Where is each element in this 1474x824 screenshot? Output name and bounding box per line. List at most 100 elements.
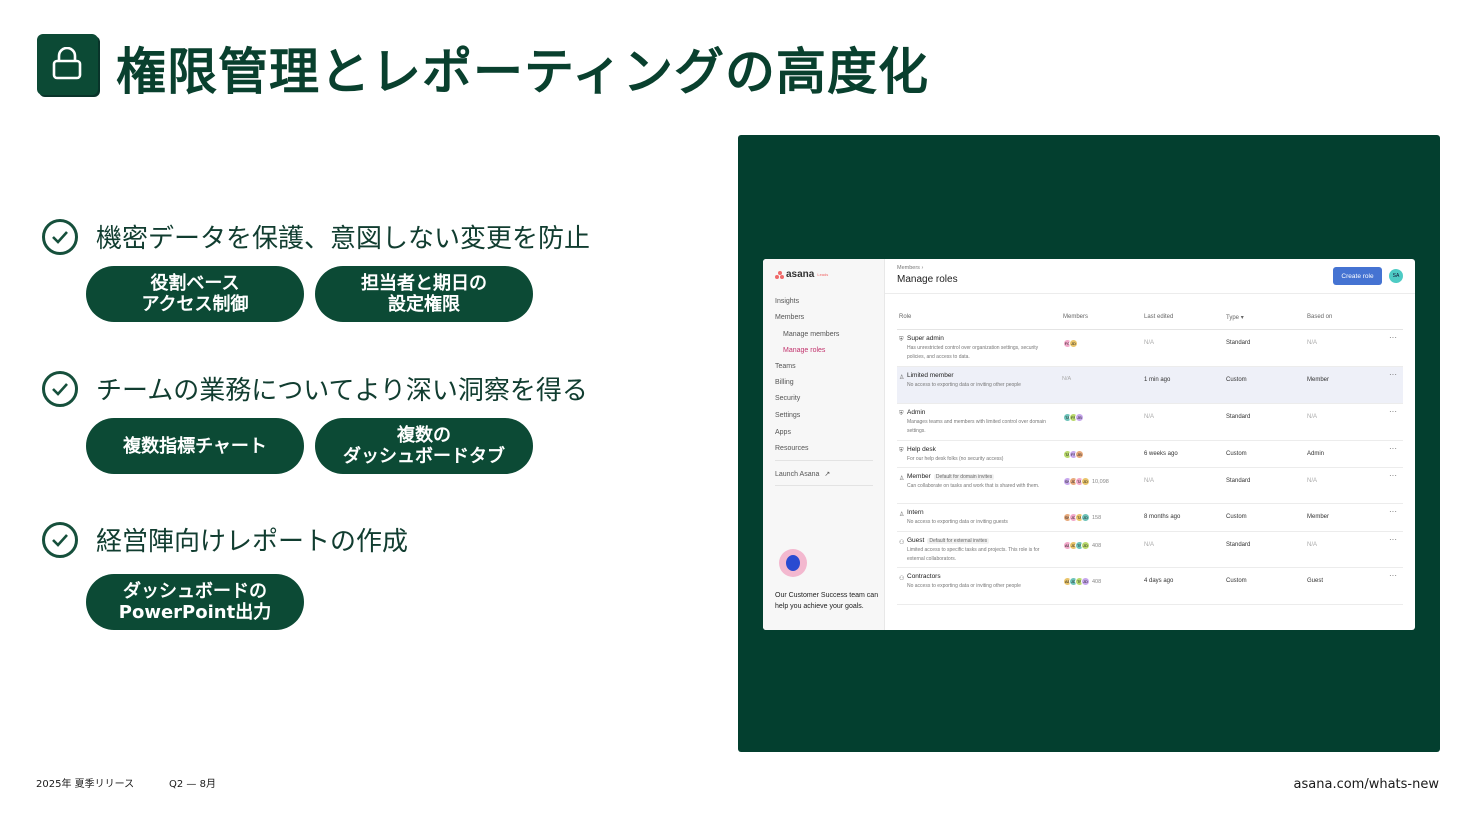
- asana-logo[interactable]: asana Leads: [775, 269, 828, 280]
- create-role-button[interactable]: Create role: [1333, 267, 1382, 285]
- role-type: Custom: [1226, 578, 1247, 584]
- role-members[interactable]: AB JD TP JD 408: [1063, 541, 1101, 550]
- external-link-icon: ↗: [824, 471, 831, 478]
- check-circle-icon: [42, 218, 78, 255]
- sidebar-item-billing[interactable]: Billing: [775, 379, 794, 386]
- role-name-text: Member: [907, 473, 931, 480]
- table-row[interactable]: ⛨ Admin Manages teams and members with lim…: [897, 404, 1403, 441]
- role-members[interactable]: TA FF JB: [1063, 450, 1084, 459]
- footer-url[interactable]: asana.com/whats-new: [1294, 777, 1439, 792]
- role-description: Has unrestricted control over organizati…: [907, 345, 1039, 360]
- role-type: Custom: [1226, 451, 1247, 457]
- member-avatar: JD: [1069, 339, 1078, 348]
- member-avatar: JB: [1075, 450, 1084, 459]
- more-options-icon[interactable]: ···: [1389, 471, 1397, 480]
- feature-pill: 複数の ダッシュボードタブ: [315, 418, 533, 474]
- role-members[interactable]: SN JD TA JD 10,098: [1063, 477, 1109, 486]
- slide: 権限管理とレポーティングの高度化 機密データを保護、意図しない変更を防止 役割ベ…: [0, 0, 1474, 824]
- user-avatar[interactable]: SA: [1389, 269, 1403, 283]
- role-name-text: Contractors: [907, 573, 941, 580]
- launch-asana-link[interactable]: Launch Asana ↗: [775, 470, 830, 478]
- lock-icon: [37, 34, 98, 95]
- role-type: Standard: [1226, 414, 1251, 420]
- chevron-right-icon: ›: [921, 265, 924, 271]
- sidebar-item-manage-roles[interactable]: Manage roles: [783, 347, 825, 354]
- sidebar: asana Leads Insights Members Manage memb…: [763, 259, 885, 630]
- role-name: Help desk: [907, 446, 936, 453]
- bullet-item: 機密データを保護、意図しない変更を防止: [42, 218, 590, 255]
- feature-pill: 役割ベース アクセス制御: [86, 266, 304, 322]
- member-count: 10,098: [1092, 478, 1109, 485]
- sidebar-item-teams[interactable]: Teams: [775, 363, 796, 370]
- bullet-item: 経営陣向けレポートの作成: [42, 521, 408, 558]
- table-row[interactable]: ⛨ Help desk For our help desk folks (no se…: [897, 441, 1403, 468]
- member-avatar: JD: [1081, 477, 1090, 486]
- column-header-based-on[interactable]: Based on: [1307, 314, 1332, 320]
- role-default-badge: Default for domain invites: [933, 474, 995, 480]
- role-description: No access to exporting data or inviting …: [907, 519, 1008, 525]
- role-members[interactable]: FG JD: [1063, 339, 1078, 348]
- role-icon: ⛨: [899, 337, 904, 343]
- logo-word: asana: [786, 269, 815, 280]
- table-row[interactable]: ⛨ Super admin Has unrestricted control ove…: [897, 330, 1403, 367]
- role-default-badge: Default for external invites: [927, 538, 990, 544]
- last-edited: 1 min ago: [1144, 377, 1171, 383]
- sidebar-item-resources[interactable]: Resources: [775, 445, 808, 452]
- more-options-icon[interactable]: ···: [1389, 370, 1397, 379]
- last-edited: 6 weeks ago: [1144, 451, 1178, 457]
- role-members[interactable]: N/A: [1062, 376, 1071, 382]
- role-icon: ⛨: [899, 448, 904, 454]
- role-description: Manages teams and members with limited c…: [907, 419, 1046, 434]
- role-members[interactable]: TA FF JB: [1063, 413, 1084, 422]
- customer-success-avatar: [779, 549, 807, 577]
- table-row[interactable]: ♙ Member Default for domain invites Can col…: [897, 468, 1403, 504]
- more-options-icon[interactable]: ···: [1389, 444, 1397, 453]
- sidebar-item-members[interactable]: Members: [775, 314, 804, 321]
- column-header-last-edited[interactable]: Last edited: [1144, 314, 1173, 320]
- column-header-members[interactable]: Members: [1063, 314, 1088, 320]
- sidebar-item-manage-members[interactable]: Manage members: [783, 331, 839, 338]
- role-name: Admin: [907, 409, 925, 416]
- more-options-icon[interactable]: ···: [1389, 535, 1397, 544]
- feature-pill: ダッシュボードの PowerPoint出力: [86, 574, 304, 630]
- based-on: Member: [1307, 377, 1330, 383]
- column-header-role[interactable]: Role: [899, 314, 911, 320]
- sidebar-item-security[interactable]: Security: [775, 395, 800, 402]
- role-name: Contractors: [907, 573, 941, 580]
- sidebar-item-settings[interactable]: Settings: [775, 412, 800, 419]
- more-options-icon[interactable]: ···: [1389, 571, 1397, 580]
- more-options-icon[interactable]: ···: [1389, 333, 1397, 342]
- member-avatar: JB: [1075, 413, 1084, 422]
- role-icon: ⛨: [899, 411, 904, 417]
- sidebar-item-apps[interactable]: Apps: [775, 429, 791, 436]
- role-members[interactable]: AB JD TP JD 408: [1063, 577, 1101, 586]
- table-row[interactable]: ♙ Intern No access to exporting data or in…: [897, 504, 1403, 532]
- more-options-icon[interactable]: ···: [1389, 407, 1397, 416]
- sidebar-item-insights[interactable]: Insights: [775, 298, 799, 305]
- based-on: Guest: [1307, 578, 1324, 584]
- logo-tag: Leads: [817, 272, 829, 277]
- footer-period: Q2 — 8月: [169, 779, 216, 790]
- manage-roles-title: Manage roles: [897, 274, 958, 285]
- more-options-icon[interactable]: ···: [1389, 507, 1397, 516]
- role-name-text: Super admin: [907, 335, 944, 342]
- based-on: N/A: [1307, 340, 1318, 346]
- main-content: Members › Manage roles Create role SA Ro…: [885, 259, 1415, 630]
- member-count: 408: [1092, 578, 1102, 585]
- table-row[interactable]: ⚇ Contractors No access to exporting data …: [897, 568, 1403, 605]
- role-name: Super admin: [907, 335, 944, 342]
- based-on: Member: [1307, 514, 1330, 520]
- table-row[interactable]: ♙ Limited member No access to exporting da…: [897, 367, 1403, 404]
- role-members[interactable]: SN JD TA JD 158: [1063, 513, 1101, 522]
- launch-asana-label: Launch Asana: [775, 471, 820, 478]
- table-row[interactable]: ⚇ Guest Default for external invites Limite…: [897, 532, 1403, 568]
- breadcrumb-members[interactable]: Members: [897, 265, 920, 271]
- sidebar-divider: [775, 485, 873, 486]
- column-header-type[interactable]: Type ▾: [1226, 314, 1244, 321]
- sort-down-icon: ▾: [1240, 315, 1244, 321]
- role-description: Can collaborate on tasks and work that i…: [907, 483, 1040, 489]
- based-on: Admin: [1307, 451, 1325, 457]
- role-description: Limited access to specific tasks and pro…: [907, 547, 1040, 562]
- sidebar-divider: [775, 460, 873, 461]
- role-description: No access to exporting data or inviting …: [907, 583, 1021, 589]
